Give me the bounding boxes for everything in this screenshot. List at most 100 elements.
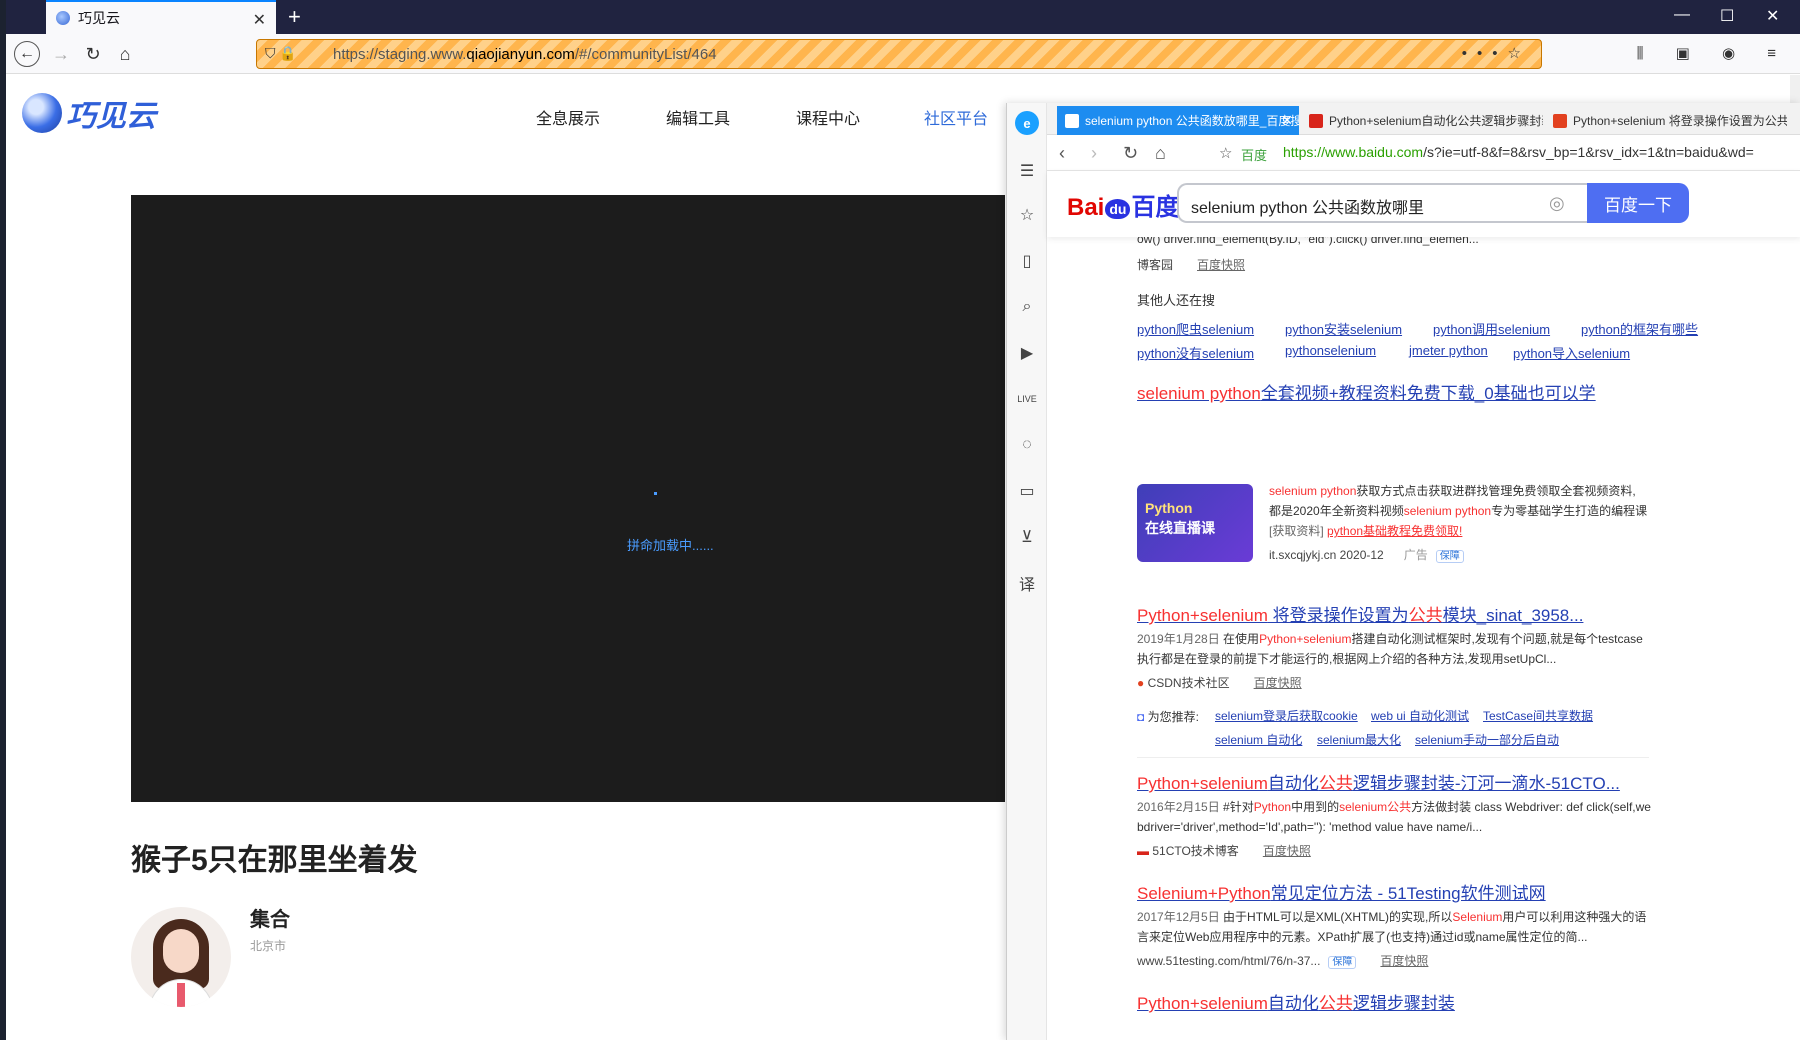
logo-text: 巧见云 [66,100,156,133]
reload-icon[interactable]: ↻ [80,41,106,67]
site-logo[interactable]: 巧见云 [22,91,156,135]
navigation-bar: ← → ↻ ⌂ ⛉ 🔒 https://staging.www.qiaojian… [6,34,1800,74]
panel-reload-icon[interactable]: ↻ [1123,143,1138,164]
recommend-link[interactable]: selenium最大化 [1317,731,1401,748]
logo-icon [22,93,62,133]
recommend-link[interactable]: selenium登录后获取cookie [1215,707,1358,724]
panel-tab-baidu[interactable]: selenium python 公共函数放哪里_百度搜索 ✕ [1057,106,1299,135]
snapshot-link[interactable]: 百度快照 [1263,844,1311,858]
panel-site-label: 百度 [1241,148,1268,163]
panel-tab-csdn[interactable]: Python+selenium 将登录操作设置为公共模块 [1545,106,1787,135]
nav-community[interactable]: 社区平台 [924,105,988,129]
recommend-link[interactable]: selenium手动一部分后自动 [1415,731,1559,748]
briefcase-icon[interactable]: ▭ [1015,479,1039,503]
close-window-icon[interactable]: ✕ [1766,6,1779,26]
nav-edit-tools[interactable]: 编辑工具 [666,105,730,129]
result-source: it.sxcqjykj.cn 2020-12 广告 保障 [1269,545,1464,567]
post-title: 猴子5只在那里坐着发 [131,844,418,877]
csdn-favicon-icon [1553,113,1567,128]
baidu-search-input[interactable]: selenium python 公共函数放哪里 [1177,183,1587,223]
favorites-icon[interactable]: ☆ [1015,203,1039,227]
forward-icon[interactable]: → [48,41,74,67]
toolbar-icons[interactable]: ⫼ ▣ ◉ ≡ [1637,44,1790,62]
snapshot-link[interactable]: 百度快照 [1254,676,1302,690]
maximize-icon[interactable]: ☐ [1720,6,1734,26]
news-icon[interactable]: ☰ [1015,159,1039,183]
url-bar[interactable]: ⛉ 🔒 https://staging.www.qiaojianyun.com/… [256,39,1542,69]
close-panel-tab-icon[interactable]: ✕ [1281,112,1293,129]
result-snippet: 都是2020年全新资料视频selenium python专为零基础学生打造的编程… [1269,504,1648,518]
panel-brand-icon[interactable]: e [1015,111,1039,135]
panel-forward-icon[interactable]: › [1091,143,1097,164]
snapshot-link[interactable]: 百度快照 [1197,258,1245,272]
baidu-search-button[interactable]: 百度一下 [1587,183,1689,223]
result-title-link[interactable]: Python+selenium自动化公共逻辑步骤封装 [1137,989,1455,1014]
panel-home-icon[interactable]: ⌂ [1155,143,1166,164]
nav-course-center[interactable]: 课程中心 [796,105,860,129]
related-link[interactable]: jmeter python [1409,343,1488,358]
tab-title: 巧见云 [78,10,120,26]
snapshot-link[interactable]: 百度快照 [1380,954,1428,968]
close-tab-icon[interactable]: ✕ [253,10,266,30]
related-link[interactable]: python没有selenium [1137,343,1254,362]
panel-url[interactable]: https://www.baidu.com/s?ie=utf-8&f=8&rsv… [1283,144,1754,160]
back-icon[interactable]: ← [14,41,40,67]
new-tab-icon[interactable]: + [288,4,301,30]
ad-thumbnail[interactable]: Python 在线直播课 [1137,484,1253,562]
panel-tab-bar: selenium python 公共函数放哪里_百度搜索 ✕ Python+se… [1047,103,1800,135]
loading-spinner-icon [654,492,657,495]
related-link[interactable]: pythonselenium [1285,343,1376,358]
home-icon[interactable]: ⌂ [112,41,138,67]
recommend-link[interactable]: TestCase间共享数据 [1483,707,1593,724]
also-search-label: 其他人还在搜 [1137,293,1216,308]
page-actions-icon[interactable]: •••☆ [1462,44,1531,62]
loading-text: 拼命加载中...... [627,538,714,553]
chat-icon[interactable]: ◌ [1015,433,1039,457]
baidu-logo[interactable]: Bai du 百度 [1067,187,1179,222]
translate-icon[interactable]: 译 [1015,571,1039,595]
result-title-link[interactable]: Selenium+Python常见定位方法 - 51Testing软件测试网 [1137,879,1546,904]
related-link[interactable]: python安装selenium [1285,319,1402,338]
site-favicon-icon [56,11,70,25]
result-title-link[interactable]: Python+selenium 将登录操作设置为公共模块_sinat_3958.… [1137,601,1583,626]
panel-address-bar: ‹ › ↻ ⌂ ☆ 百度 https://www.baidu.com/s?ie=… [1047,135,1800,171]
panel-tab-51cto[interactable]: Python+selenium自动化公共逻辑步骤封装 [1301,106,1543,135]
url-text[interactable]: https://staging.www.qiaojianyun.com/#/co… [333,46,717,63]
baidu-header: Bai du 百度 selenium python 公共函数放哪里 ◎ 百度一下 [1047,171,1800,237]
result-snippet: [获取资料] python基础教程免费领取! [1269,524,1463,538]
live-icon[interactable]: LIVE [1015,387,1039,411]
author-city: 北京市 [250,939,287,953]
search-icon[interactable]: ⌕ [1015,295,1039,319]
avatar[interactable] [131,907,231,1007]
panel-bookmark-icon[interactable]: ☆ [1219,144,1232,162]
related-link[interactable]: python导入selenium [1513,343,1630,362]
result-snippet: 2016年2月15日 #针对Python中用到的selenium公共方法做封装 … [1137,800,1651,814]
nav-holo-display[interactable]: 全息展示 [536,105,600,129]
result-snippet: 2017年12月5日 由于HTML可以是XML(XHTML)的实现,所以Sele… [1137,910,1647,924]
video-player[interactable]: 拼命加载中...... [131,195,1005,802]
shield-lock-icon[interactable]: ⛉ 🔒 [265,45,297,62]
result-snippet: bdriver='driver',method='Id',path=''): '… [1137,820,1483,834]
author-name[interactable]: 集合 [250,903,290,932]
camera-icon[interactable]: ◎ [1549,193,1565,214]
ad-free-link[interactable]: python基础教程免费领取! [1327,524,1462,538]
result-source: 博客园 百度快照 [1137,258,1246,272]
result-snippet: selenium python获取方式点击获取进群找管理免费领取全套视频资料, [1269,484,1636,498]
recommend-link[interactable]: selenium 自动化 [1215,731,1302,748]
browser-tab[interactable]: 巧见云 ✕ [46,0,276,34]
minimize-icon[interactable]: — [1674,6,1690,24]
divider [1137,757,1649,758]
recommend-link[interactable]: web ui 自动化测试 [1371,707,1469,724]
panel-back-icon[interactable]: ‹ [1059,143,1065,164]
reader-icon[interactable]: ▯ [1015,249,1039,273]
result-snippet: 2019年1月28日 在使用Python+selenium搭建自动化测试框架时,… [1137,632,1643,646]
related-link[interactable]: python的框架有哪些 [1581,319,1698,338]
result-source: ● CSDN技术社区 百度快照 [1137,676,1302,690]
related-link[interactable]: python调用selenium [1433,319,1550,338]
baidu-favicon-icon [1065,113,1079,128]
result-title-link[interactable]: Python+selenium自动化公共逻辑步骤封装-汀河一滴水-51CTO..… [1137,769,1620,794]
related-link[interactable]: python爬虫selenium [1137,319,1254,338]
cart-icon[interactable]: ⊻ [1015,525,1039,549]
video-icon[interactable]: ▶ [1015,341,1039,365]
result-title-link[interactable]: selenium python全套视频+教程资料免费下载_0基础也可以学 [1137,379,1596,404]
